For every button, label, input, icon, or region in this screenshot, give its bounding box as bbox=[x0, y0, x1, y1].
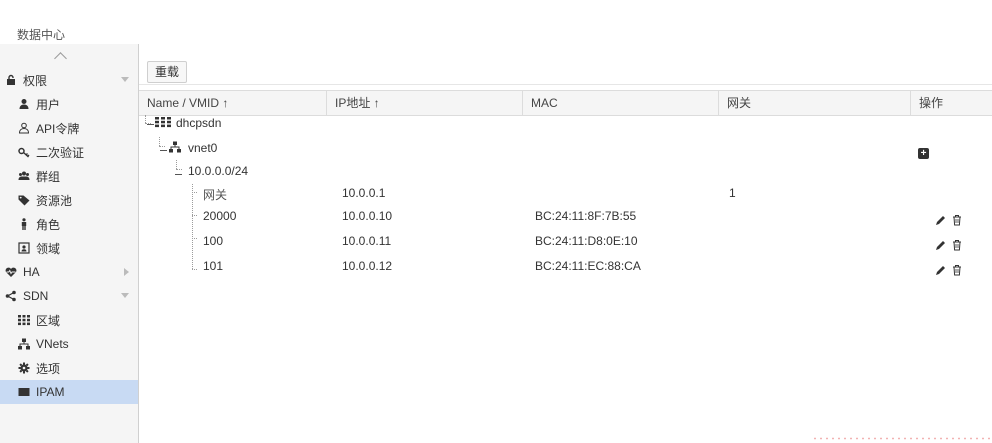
row-name: 网关 bbox=[203, 188, 228, 202]
tag-icon bbox=[18, 194, 30, 206]
row-name: 100 bbox=[203, 234, 224, 248]
row-name: 101 bbox=[203, 259, 224, 273]
column-header-mac[interactable]: MAC bbox=[523, 91, 719, 115]
page-title: 数据中心 bbox=[17, 28, 66, 42]
add-icon[interactable]: + bbox=[918, 148, 929, 159]
row-name: 10.0.0.0/24 bbox=[188, 164, 249, 178]
sidebar-item-ipam[interactable]: IPAM bbox=[0, 380, 138, 404]
toolbar: 重载 bbox=[139, 44, 992, 85]
row-actions bbox=[935, 239, 963, 251]
sidebar-item-api-tokens[interactable]: API令牌 bbox=[0, 116, 138, 140]
sidebar-item-label: VNets bbox=[36, 337, 69, 351]
key-icon bbox=[18, 146, 30, 158]
sidebar-item-label: 群组 bbox=[36, 169, 61, 184]
table-row[interactable]: dhcpsdn bbox=[139, 115, 992, 138]
sidebar: 权限 用户 API令牌 二次验证 群组 资源池 角色 领域 HA SDN 区域 … bbox=[0, 44, 139, 443]
sidebar-item-label: 选项 bbox=[36, 361, 61, 376]
table-body: dhcpsdn vnet0 + 10.0.0.0/24 网关 10.0.0.1 … bbox=[139, 115, 992, 443]
row-ip: 10.0.0.11 bbox=[342, 234, 392, 248]
sidebar-item-label: 资源池 bbox=[36, 193, 73, 208]
sidebar-item-vnets[interactable]: VNets bbox=[0, 332, 138, 356]
sidebar-item-label: 二次验证 bbox=[36, 145, 85, 160]
column-header-gateway[interactable]: 网关 bbox=[719, 91, 911, 115]
collapse-icon[interactable] bbox=[147, 117, 154, 131]
row-ip: 10.0.0.10 bbox=[342, 209, 393, 223]
sidebar-item-label: API令牌 bbox=[36, 121, 80, 136]
sidebar-item-pools[interactable]: 资源池 bbox=[0, 188, 138, 212]
network-icon bbox=[18, 338, 30, 350]
sidebar-item-label: 角色 bbox=[36, 217, 61, 232]
sidebar-item-label: 区域 bbox=[36, 313, 61, 328]
column-header-name[interactable]: Name / VMID ↑ bbox=[139, 91, 327, 115]
user-outline-icon bbox=[18, 122, 30, 134]
row-mac: BC:24:11:EC:88:CA bbox=[535, 259, 641, 273]
edit-icon[interactable] bbox=[935, 214, 947, 226]
chevron-down-icon[interactable] bbox=[121, 77, 129, 82]
row-actions bbox=[935, 214, 963, 226]
row-actions: + bbox=[918, 148, 929, 159]
chevron-right-icon[interactable] bbox=[124, 268, 129, 276]
table-row[interactable]: 101 10.0.0.12 BC:24:11:EC:88:CA bbox=[139, 256, 992, 279]
row-ip: 10.0.0.1 bbox=[342, 186, 386, 200]
row-name: 20000 bbox=[203, 209, 237, 223]
sidebar-item-label: 用户 bbox=[36, 97, 61, 112]
scroll-up-icon[interactable] bbox=[54, 52, 67, 65]
table-header: Name / VMID ↑ IP地址 ↑ MAC 网关 操作 bbox=[139, 90, 992, 116]
sidebar-item-sdn[interactable]: SDN bbox=[0, 284, 138, 308]
datacenter-header: 数据中心 bbox=[0, 0, 992, 45]
grid-icon bbox=[18, 314, 30, 326]
sdn-icon bbox=[5, 290, 17, 302]
sidebar-item-zones[interactable]: 区域 bbox=[0, 308, 138, 332]
sidebar-item-label: 权限 bbox=[23, 73, 48, 88]
group-icon bbox=[18, 170, 30, 182]
sidebar-item-label: HA bbox=[23, 265, 40, 279]
row-ip: 10.0.0.12 bbox=[342, 259, 393, 273]
trash-icon[interactable] bbox=[951, 214, 963, 226]
sidebar-item-two-factor[interactable]: 二次验证 bbox=[0, 140, 138, 164]
sidebar-item-options[interactable]: 选项 bbox=[0, 356, 138, 380]
edit-icon[interactable] bbox=[935, 239, 947, 251]
row-gateway: 1 bbox=[729, 186, 736, 200]
status-strip bbox=[812, 436, 992, 441]
sidebar-item-permissions[interactable]: 权限 bbox=[0, 68, 138, 92]
table-row[interactable]: 20000 10.0.0.10 BC:24:11:8F:7B:55 bbox=[139, 208, 992, 231]
chevron-down-icon[interactable] bbox=[121, 293, 129, 298]
trash-icon[interactable] bbox=[951, 239, 963, 251]
id-card-icon bbox=[18, 242, 30, 254]
reload-button[interactable]: 重载 bbox=[147, 61, 188, 83]
column-header-actions[interactable]: 操作 bbox=[911, 91, 992, 115]
lock-icon bbox=[5, 74, 17, 86]
collapse-icon[interactable] bbox=[175, 167, 182, 181]
table-row[interactable]: 100 10.0.0.11 BC:24:11:D8:0E:10 bbox=[139, 231, 992, 254]
sidebar-item-label: 领域 bbox=[36, 241, 61, 256]
heartbeat-icon bbox=[5, 266, 17, 278]
grid-icon bbox=[155, 116, 171, 131]
user-icon bbox=[18, 98, 30, 110]
sidebar-item-ha[interactable]: HA bbox=[0, 260, 138, 284]
sidebar-item-realms[interactable]: 领域 bbox=[0, 236, 138, 260]
table-row[interactable]: 10.0.0.0/24 bbox=[139, 161, 992, 184]
edit-icon[interactable] bbox=[935, 264, 947, 276]
network-icon bbox=[169, 141, 181, 156]
trash-icon[interactable] bbox=[951, 264, 963, 276]
table-row[interactable]: 网关 10.0.0.1 1 bbox=[139, 185, 992, 208]
sidebar-item-label: IPAM bbox=[36, 385, 65, 399]
sidebar-item-label: SDN bbox=[23, 289, 49, 303]
table-row[interactable]: vnet0 + bbox=[139, 137, 992, 160]
sidebar-item-users[interactable]: 用户 bbox=[0, 92, 138, 116]
row-name: vnet0 bbox=[188, 141, 218, 155]
row-mac: BC:24:11:D8:0E:10 bbox=[535, 234, 638, 248]
row-actions bbox=[935, 264, 963, 276]
collapse-icon[interactable] bbox=[160, 143, 167, 157]
person-icon bbox=[18, 218, 30, 230]
gear-icon bbox=[18, 362, 30, 374]
sidebar-item-roles[interactable]: 角色 bbox=[0, 212, 138, 236]
row-name: dhcpsdn bbox=[176, 116, 222, 130]
sidebar-item-groups[interactable]: 群组 bbox=[0, 164, 138, 188]
row-mac: BC:24:11:8F:7B:55 bbox=[535, 209, 637, 223]
ipam-panel: 重载 Name / VMID ↑ IP地址 ↑ MAC 网关 操作 dhcpsd… bbox=[139, 44, 992, 443]
ipam-icon bbox=[18, 386, 30, 398]
column-header-ip[interactable]: IP地址 ↑ bbox=[327, 91, 523, 115]
